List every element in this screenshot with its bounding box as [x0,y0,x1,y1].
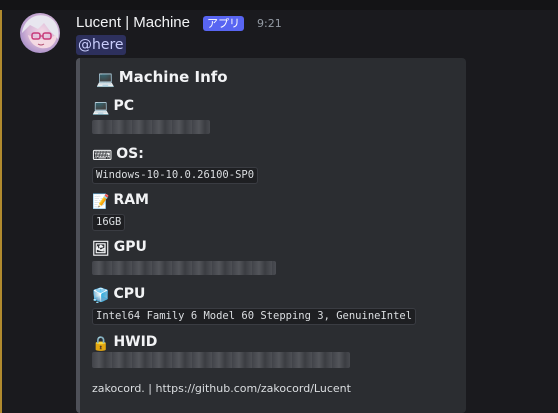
ram-value: 16GB [92,214,126,231]
field-os-label: OS: [116,146,144,162]
embed-title: 💻 Machine Info [96,68,228,88]
field-pc-name: 💻 PC [92,98,134,116]
message: Lucent | Machine アプリ 9:21 @here 💻 Machine… [0,0,558,413]
embed-footer: zakocord. | https://github.com/zakocord/… [92,382,351,395]
field-cpu-name: 🧊 CPU [92,286,145,304]
field-os-name: ⌨ OS: [92,146,144,164]
field-hwid-label: HWID [113,334,158,350]
pc-value-redacted [92,120,210,134]
here-mention[interactable]: @here [76,35,126,55]
mention-highlight-bar [0,10,2,413]
embed: 💻 Machine Info 💻 PC ⌨ OS: Windows-10-10.0.2… [76,58,466,413]
lock-icon: 🔒 [92,336,110,352]
author-name[interactable]: Lucent | Machine [76,14,190,31]
field-hwid-name: 🔒 HWID [92,334,157,352]
cpu-icon: 🧊 [92,288,110,304]
laptop-icon: 💻 [96,70,115,88]
field-cpu-label: CPU [113,286,146,302]
gpu-value-redacted [92,261,276,275]
field-ram-label: RAM [113,192,149,208]
picture-icon: 🖼 [92,241,110,257]
laptop-icon: 💻 [92,100,110,116]
os-value: Windows-10-10.0.26100-SP0 [92,167,259,184]
cpu-value: Intel64 Family 6 Model 60 Stepping 3, Ge… [92,308,417,325]
field-pc-label: PC [113,98,134,114]
keyboard-icon: ⌨ [92,148,113,164]
field-gpu-label: GPU [113,239,147,255]
timestamp[interactable]: 9:21 [257,17,282,30]
avatar-image [22,15,59,49]
field-gpu-name: 🖼 GPU [92,239,147,257]
avatar[interactable] [20,13,60,53]
previous-message-area [0,0,558,10]
memo-icon: 📝 [92,194,110,210]
hwid-value-redacted [92,352,350,368]
field-ram-name: 📝 RAM [92,192,149,210]
embed-title-text: Machine Info [118,68,228,86]
app-badge: アプリ [203,16,244,31]
